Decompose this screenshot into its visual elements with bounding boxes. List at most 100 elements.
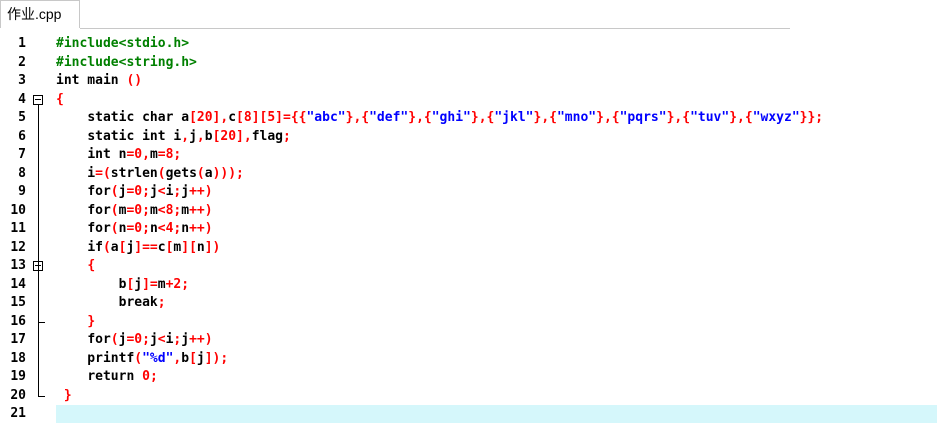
code-line[interactable]: 9 for(j=0;j<i;j++) <box>0 183 937 201</box>
code-text[interactable]: for(n=0;n<4;n++) <box>56 220 937 238</box>
code-token: if <box>87 239 103 255</box>
code-line[interactable]: 7 int n=0,m=8; <box>0 146 937 164</box>
code-token: ]); <box>204 350 229 366</box>
line-number: 17 <box>10 332 26 347</box>
line-number: 11 <box>10 221 26 236</box>
code-token: },{ <box>729 110 753 125</box>
code-text[interactable]: if(a[j]==c[m][n]) <box>56 239 937 257</box>
line-number: 4 <box>18 91 26 107</box>
code-token: for <box>87 221 111 236</box>
fold-end-marker <box>38 321 45 323</box>
code-text[interactable]: int main () <box>56 72 937 90</box>
code-token: },{ <box>345 110 370 125</box>
code-line[interactable]: 4{ <box>0 91 937 109</box>
code-token: "mno" <box>556 110 597 125</box>
code-line[interactable]: 17 for(j=0;j<i;j++) <box>0 331 937 349</box>
code-text[interactable]: return 0; <box>56 368 937 386</box>
code-text[interactable]: } <box>56 313 937 331</box>
line-number: 16 <box>10 313 26 329</box>
code-token: = <box>157 147 166 162</box>
line-number: 15 <box>10 295 26 310</box>
code-text[interactable]: { <box>56 257 937 275</box>
code-token: ][ <box>251 110 268 125</box>
code-text[interactable]: for(m=0;m<8;m++) <box>56 202 937 220</box>
fold-toggle-icon[interactable] <box>33 94 43 105</box>
code-token: ; <box>157 295 166 310</box>
code-token: ( <box>110 184 119 199</box>
code-text[interactable]: break; <box>56 294 937 312</box>
code-token: ]) <box>204 239 221 255</box>
code-token: m <box>181 202 190 218</box>
code-token: ( <box>196 165 205 181</box>
code-line[interactable]: 21 <box>0 405 937 423</box>
code-text[interactable]: static char a[20],c[8][5]={{"abc"},{"def… <box>56 109 937 127</box>
code-token: },{ <box>470 110 495 125</box>
code-line[interactable]: 5 static char a[20],c[8][5]={{"abc"},{"d… <box>0 109 937 127</box>
code-text[interactable]: } <box>56 387 937 405</box>
code-editor[interactable]: 1 #include<stdio.h> 2 #include<string.h> 3 in… <box>0 30 937 436</box>
code-token: },{ <box>666 110 691 125</box>
code-line[interactable]: 1 #include<stdio.h> <box>0 35 937 53</box>
code-token: n <box>181 221 190 236</box>
code-text[interactable]: int n=0,m=8; <box>56 146 937 164</box>
code-line[interactable]: 12 if(a[j]==c[m][n]) <box>0 239 937 257</box>
code-line[interactable]: 6 static int i,j,b[20],flag; <box>0 128 937 146</box>
code-line[interactable]: 19 return 0; <box>0 368 937 386</box>
code-token: 20 <box>220 128 237 144</box>
code-line[interactable]: 16 } <box>0 313 937 331</box>
code-token: static char <box>87 110 174 125</box>
code-text[interactable]: b[j]=m+2; <box>56 276 937 294</box>
code-line[interactable]: 3 int main () <box>0 72 937 90</box>
code-token: 8 <box>243 110 252 125</box>
code-token: () <box>126 73 143 88</box>
code-token: "def" <box>369 110 409 125</box>
code-token: } <box>63 387 72 403</box>
code-text[interactable]: #include<string.h> <box>56 54 937 72</box>
tab-file[interactable]: 作业.cpp <box>0 0 80 28</box>
code-token: int <box>56 73 80 88</box>
code-token: "%d" <box>142 350 174 366</box>
line-number: 3 <box>18 73 26 88</box>
code-token: i <box>165 128 182 144</box>
code-token: static int <box>87 128 166 144</box>
code-token: "wxyz" <box>752 110 800 125</box>
code-line[interactable]: 13 { <box>0 257 937 275</box>
code-line[interactable]: 15 break; <box>0 294 937 312</box>
code-line[interactable]: 11 for(n=0;n<4;n++) <box>0 220 937 238</box>
code-text[interactable]: { <box>56 91 937 109</box>
code-token: ++) <box>189 332 213 347</box>
code-token: i <box>56 165 96 181</box>
code-token: n <box>110 147 127 162</box>
code-text[interactable]: i=(strlen(gets(a))); <box>56 165 937 183</box>
code-text[interactable]: for(j=0;j<i;j++) <box>56 331 937 349</box>
code-token: for <box>87 184 111 199</box>
tab-divider <box>80 28 790 29</box>
code-text[interactable]: static int i,j,b[20],flag; <box>56 128 937 146</box>
code-text[interactable]: for(j=0;j<i;j++) <box>56 183 937 201</box>
code-token: gets <box>165 165 197 181</box>
code-text[interactable]: #include<stdio.h> <box>56 35 937 53</box>
code-text[interactable]: printf("%d",b[j]); <box>56 350 937 368</box>
code-token: j <box>149 184 158 199</box>
code-line[interactable]: 10 for(m=0;m<8;m++) <box>0 202 937 220</box>
code-token: ; <box>149 369 158 384</box>
fold-end-marker <box>38 395 45 397</box>
code-token: { <box>87 258 96 273</box>
code-line[interactable]: 20 } <box>0 387 937 405</box>
code-line[interactable]: 14 b[j]=m+2; <box>0 276 937 294</box>
code-line[interactable]: 18 printf("%d",b[j]); <box>0 350 937 368</box>
code-line[interactable]: 2 #include<string.h> <box>0 54 937 72</box>
code-token: for <box>87 332 111 347</box>
code-line[interactable]: 8 i=(strlen(gets(a))); <box>0 165 937 183</box>
code-token: c <box>157 239 166 255</box>
code-text[interactable] <box>56 405 937 423</box>
code-token: "ghi" <box>431 110 471 125</box>
code-token: b <box>204 128 213 144</box>
code-token: ]= <box>142 276 158 292</box>
